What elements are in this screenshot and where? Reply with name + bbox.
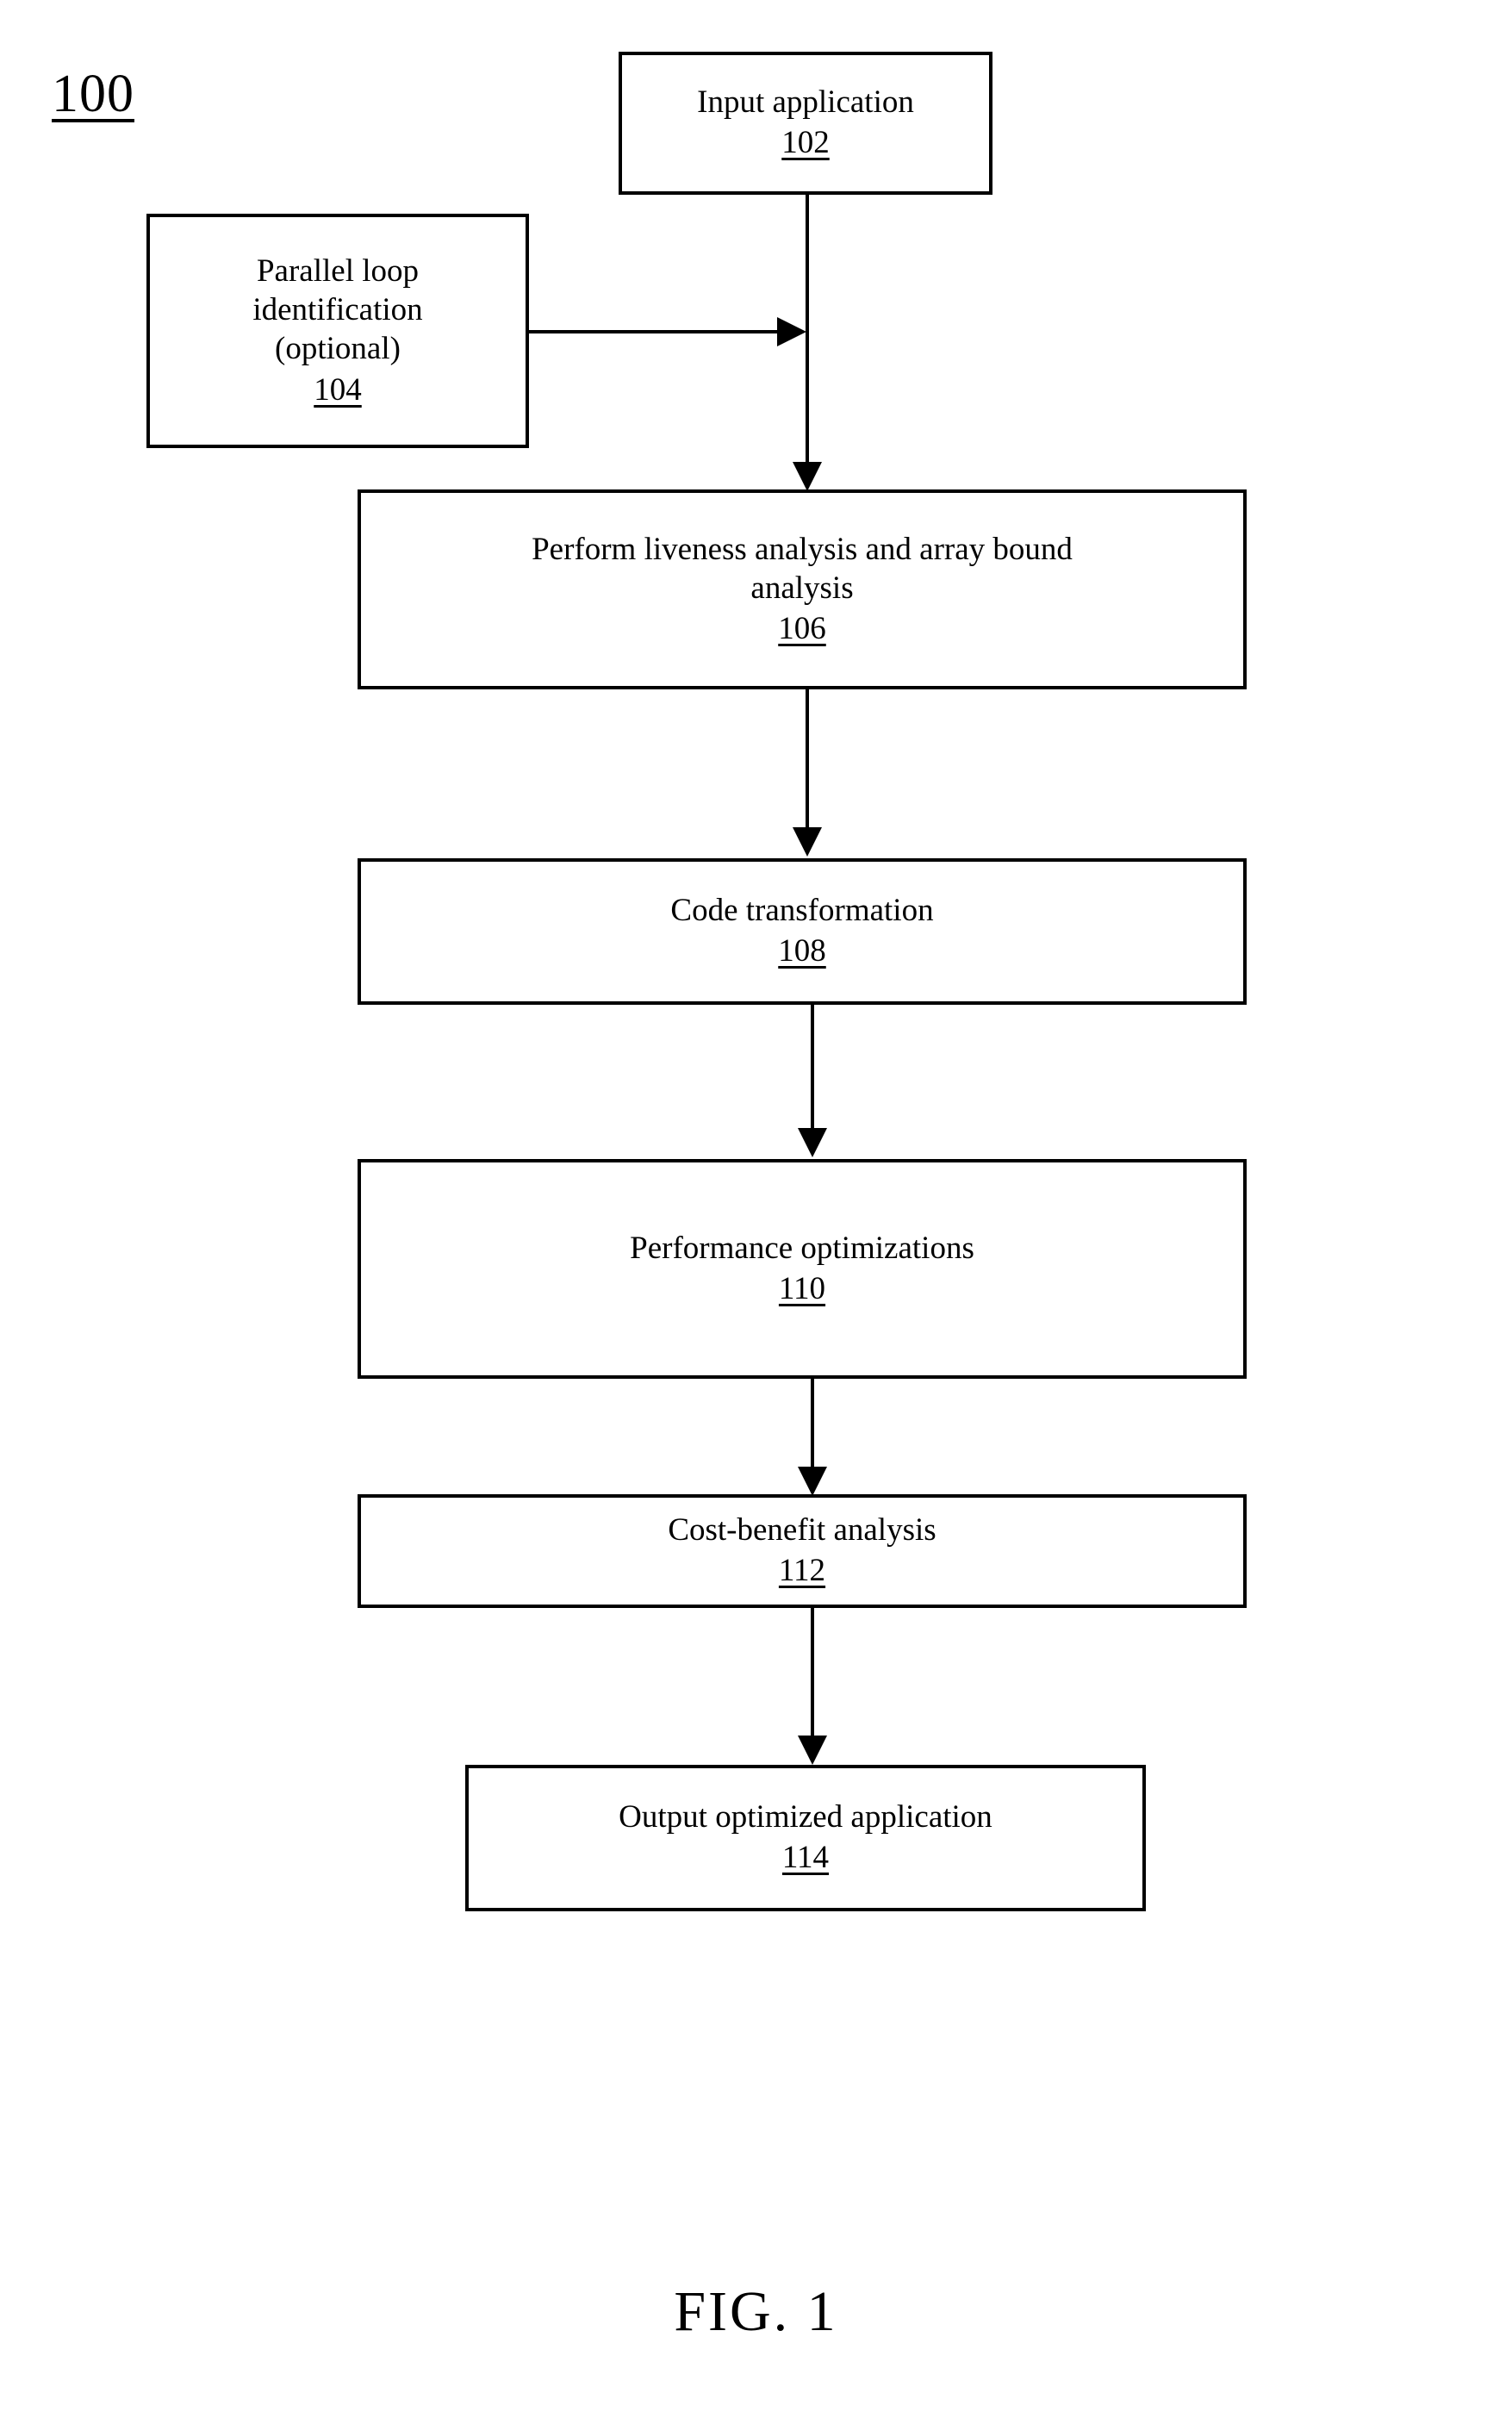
connector-106-to-108-arrowhead <box>793 827 822 857</box>
connector-102-to-106-arrowhead <box>793 462 822 491</box>
node-performance-optimizations-label: Performance optimizations <box>630 1230 974 1266</box>
node-output-optimized-application[interactable]: Output optimized application 114 <box>465 1765 1146 1911</box>
connector-112-to-114-arrowhead <box>798 1736 827 1765</box>
connector-104-to-trunk-arrowhead <box>777 317 806 346</box>
node-liveness-array-bound-analysis[interactable]: Perform liveness analysis and array boun… <box>358 489 1247 689</box>
connector-110-to-112-line <box>811 1379 814 1468</box>
node-input-application-label: Input application <box>697 84 914 121</box>
connector-108-to-110-line <box>811 1005 814 1130</box>
node-output-optimized-application-number: 114 <box>781 1840 830 1876</box>
node-cost-benefit-analysis-number: 112 <box>778 1553 826 1589</box>
node-performance-optimizations[interactable]: Performance optimizations 110 <box>358 1159 1247 1379</box>
figure-reference-numeral: 100 <box>52 65 134 123</box>
connector-106-to-108-line <box>806 689 809 829</box>
node-parallel-loop-identification[interactable]: Parallel loop identification (optional) … <box>146 214 529 448</box>
node-cost-benefit-analysis[interactable]: Cost-benefit analysis 112 <box>358 1494 1247 1608</box>
connector-108-to-110-arrowhead <box>798 1128 827 1157</box>
connector-112-to-114-line <box>811 1608 814 1737</box>
figure-caption: FIG. 1 <box>674 2280 838 2343</box>
node-parallel-loop-identification-label: Parallel loop identification (optional) <box>252 253 423 367</box>
node-performance-optimizations-number: 110 <box>778 1270 826 1306</box>
connector-104-to-trunk-line <box>527 330 777 333</box>
node-code-transformation-number: 108 <box>778 933 826 969</box>
node-cost-benefit-analysis-label: Cost-benefit analysis <box>668 1512 936 1549</box>
figure-page: 100 Input application 102 Parallel loop … <box>0 0 1512 2418</box>
connector-110-to-112-arrowhead <box>798 1467 827 1496</box>
node-liveness-array-bound-analysis-label: Perform liveness analysis and array boun… <box>532 531 1073 606</box>
node-input-application[interactable]: Input application 102 <box>619 52 992 195</box>
node-output-optimized-application-label: Output optimized application <box>619 1799 992 1835</box>
node-liveness-array-bound-analysis-number: 106 <box>778 611 826 646</box>
node-input-application-number: 102 <box>781 125 830 161</box>
node-code-transformation[interactable]: Code transformation 108 <box>358 858 1247 1005</box>
node-parallel-loop-identification-number: 104 <box>314 371 362 408</box>
node-code-transformation-label: Code transformation <box>670 893 934 929</box>
